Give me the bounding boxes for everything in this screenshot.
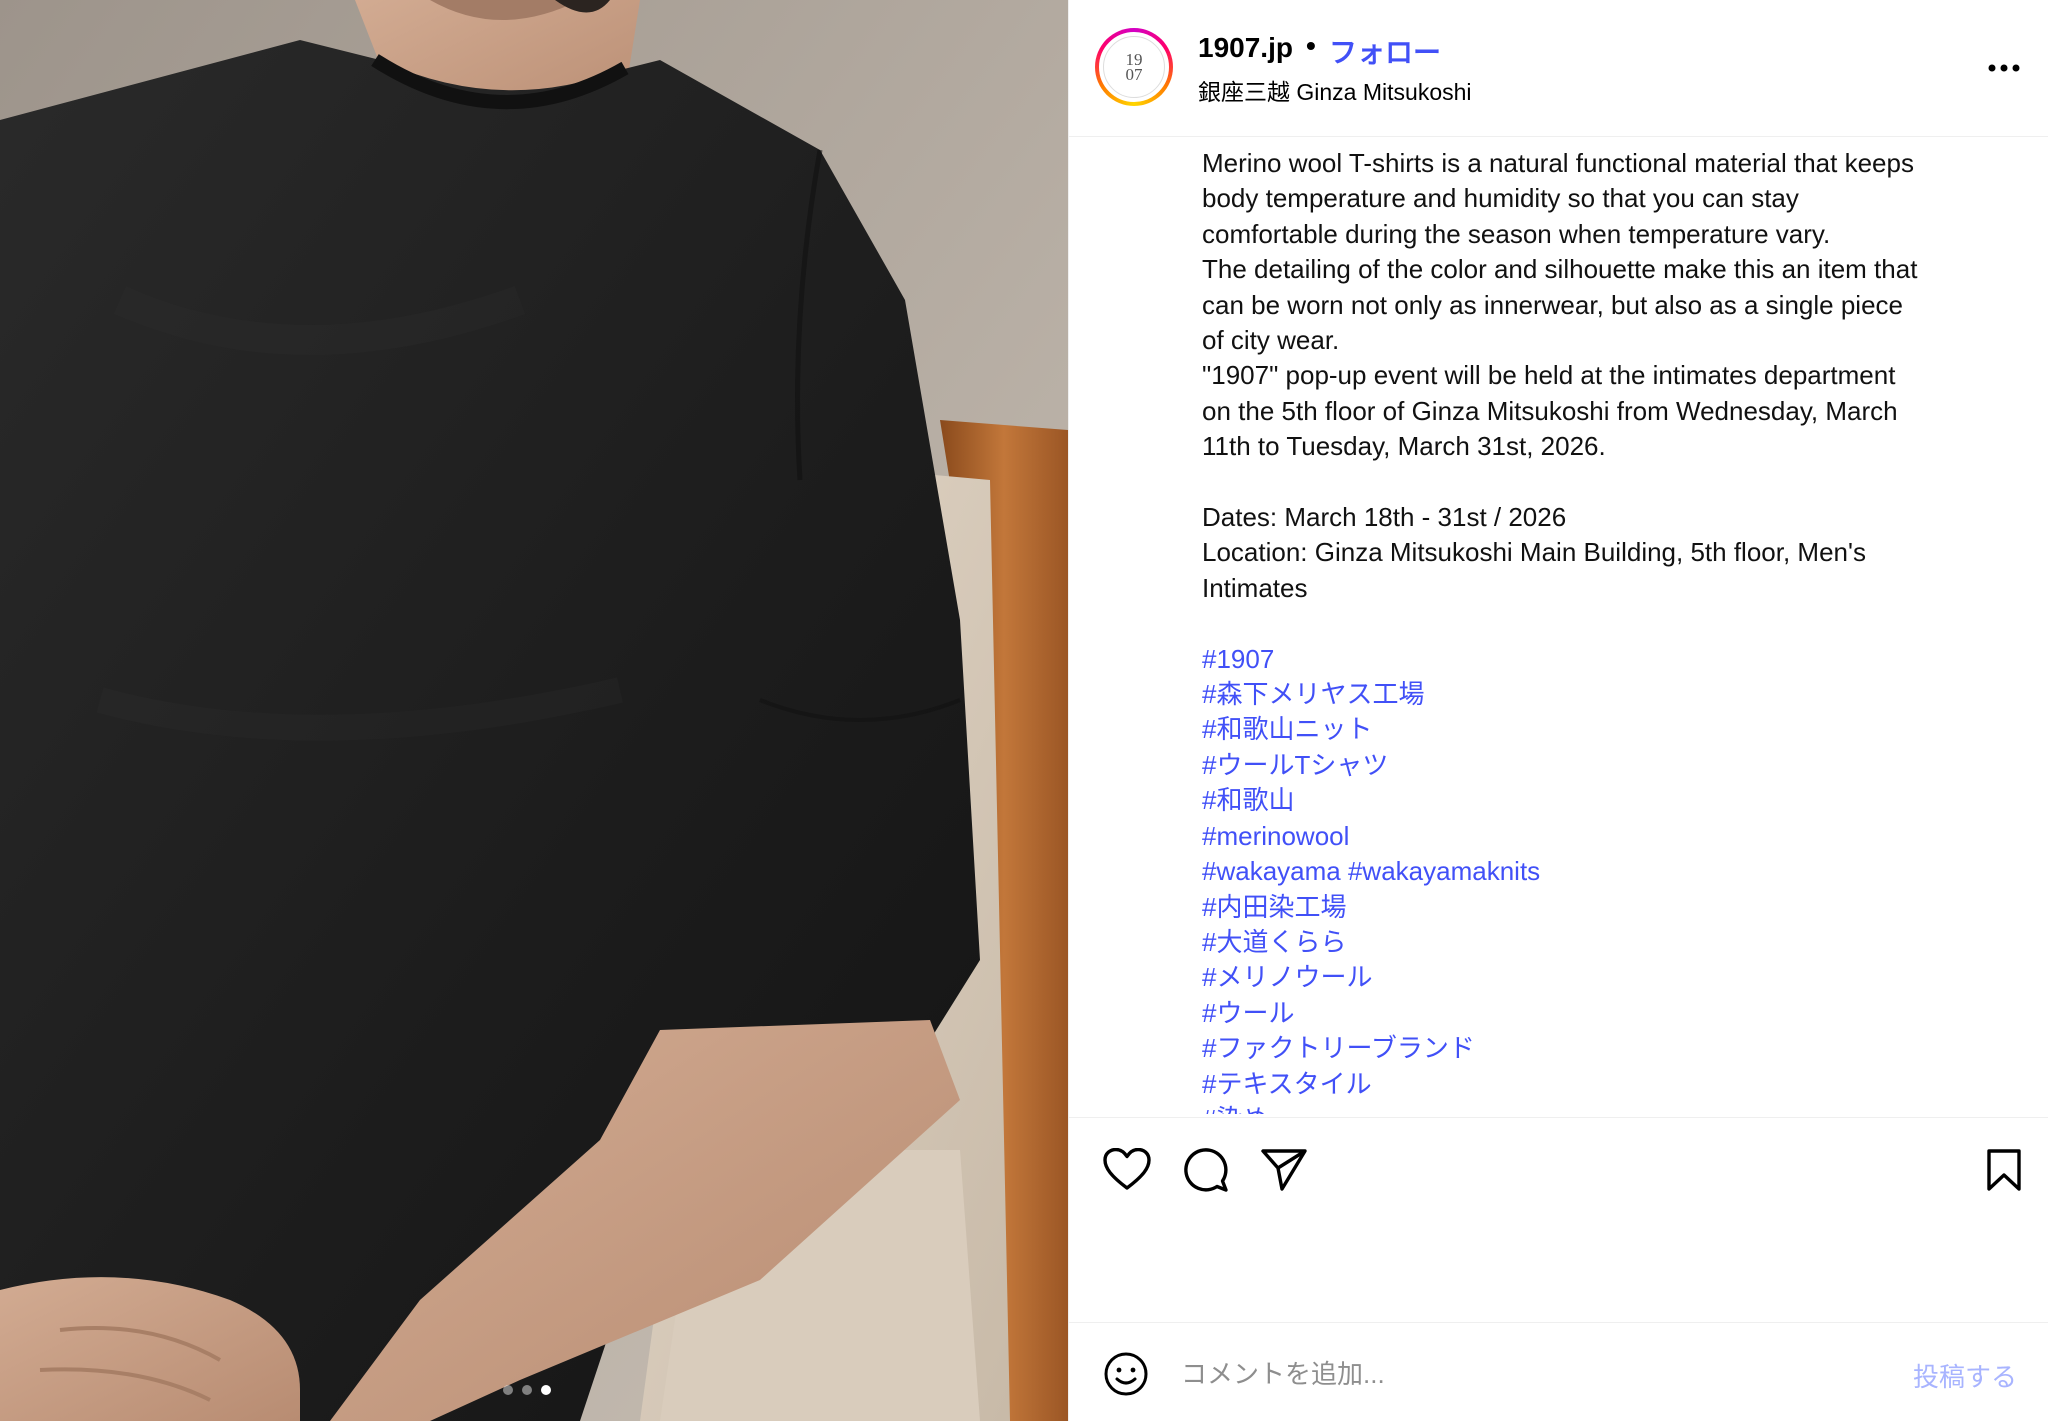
carousel-dot (522, 1385, 532, 1395)
comment-input[interactable] (1179, 1347, 1833, 1401)
post-photo (0, 0, 1068, 1421)
carousel-dot-active (541, 1385, 551, 1395)
caption-line: of city wear. (1202, 325, 1340, 356)
caption-line: on the 5th floor of Ginza Mitsukoshi fro… (1202, 395, 1898, 426)
hashtag-link[interactable]: #テキスタイル (1202, 1067, 2022, 1102)
hashtag-link[interactable]: #和歌山 (1202, 783, 2022, 818)
location-link[interactable]: 銀座三越 Ginza Mitsukoshi (1198, 73, 1472, 107)
comment-composer: 投稿する (1069, 1322, 2048, 1422)
hashtag-link[interactable]: #ウールTシャツ (1202, 748, 2022, 783)
hashtag-link[interactable]: #ファクトリーブランド (1202, 1031, 2022, 1066)
hashtag-link[interactable]: #ウール (1202, 996, 2022, 1031)
post-media[interactable] (0, 0, 1068, 1421)
follow-button[interactable]: フォロー (1329, 31, 1441, 71)
hashtag-link[interactable]: #和歌山ニット (1202, 712, 2022, 747)
post-detail-panel: 19 07 1907.jp • フォロー 銀座三越 Ginza Mitsukos… (1068, 0, 2048, 1421)
hashtag-link[interactable]: #merinowool (1202, 819, 2022, 854)
caption-line: 11th to Tuesday, March 31st, 2026. (1202, 431, 1606, 462)
hashtag-link[interactable]: #森下メリヤス工場 (1202, 677, 2022, 712)
caption-line: can be worn not only as innerwear, but a… (1202, 289, 1903, 320)
username-link[interactable]: 1907.jp (1198, 32, 1293, 64)
carousel-dot (503, 1385, 513, 1395)
avatar-logo-bottom: 07 (1125, 65, 1143, 84)
bookmark-icon[interactable] (1984, 1148, 2024, 1192)
hashtag-link[interactable]: #大道くらら (1202, 925, 2022, 960)
carousel-indicator (503, 1385, 551, 1395)
hashtag-link[interactable]: #染め (1202, 1102, 2022, 1114)
event-dates: Dates: March 18th - 31st / 2026 (1202, 502, 1567, 533)
hashtag-link[interactable]: #内田染工場 (1202, 890, 2022, 925)
event-location: Location: Ginza Mitsukoshi Main Building… (1202, 537, 1866, 568)
emoji-icon[interactable] (1103, 1351, 1149, 1397)
avatar[interactable]: 19 07 (1099, 32, 1169, 102)
heart-icon[interactable] (1103, 1148, 1151, 1192)
caption-line: The detailing of the color and silhouett… (1202, 254, 1918, 285)
post-actions-bar (1069, 1117, 2048, 1192)
separator-dot: • (1306, 30, 1316, 61)
post-header: 19 07 1907.jp • フォロー 銀座三越 Ginza Mitsukos… (1069, 0, 2048, 137)
event-location-cont: Intimates (1202, 572, 1308, 603)
avatar-story-ring[interactable]: 19 07 (1095, 28, 1173, 106)
post-comment-button[interactable]: 投稿する (1913, 1357, 2017, 1394)
more-horizontal-icon[interactable] (1984, 50, 2024, 86)
post-caption: Merino wool T-shirts is a natural functi… (1202, 146, 2022, 1114)
caption-line: comfortable during the season when tempe… (1202, 218, 1831, 249)
caption-line: "1907" pop-up event will be held at the … (1202, 360, 1896, 391)
avatar-logo: 19 07 (1103, 36, 1165, 98)
hashtag-link[interactable]: #メリノウール (1202, 960, 2022, 995)
caption-line: Merino wool T-shirts is a natural functi… (1202, 148, 1914, 178)
hashtag-link[interactable]: #wakayamaknits (1348, 856, 1540, 886)
comment-icon[interactable] (1182, 1146, 1230, 1194)
hashtag-row: #wakayama #wakayamaknits (1202, 854, 2022, 889)
hashtag-link[interactable]: #1907 (1202, 642, 2022, 677)
caption-line: body temperature and humidity so that yo… (1202, 183, 1799, 214)
hashtag-link[interactable]: #wakayama (1202, 856, 1341, 886)
paper-plane-icon[interactable] (1260, 1148, 1308, 1192)
